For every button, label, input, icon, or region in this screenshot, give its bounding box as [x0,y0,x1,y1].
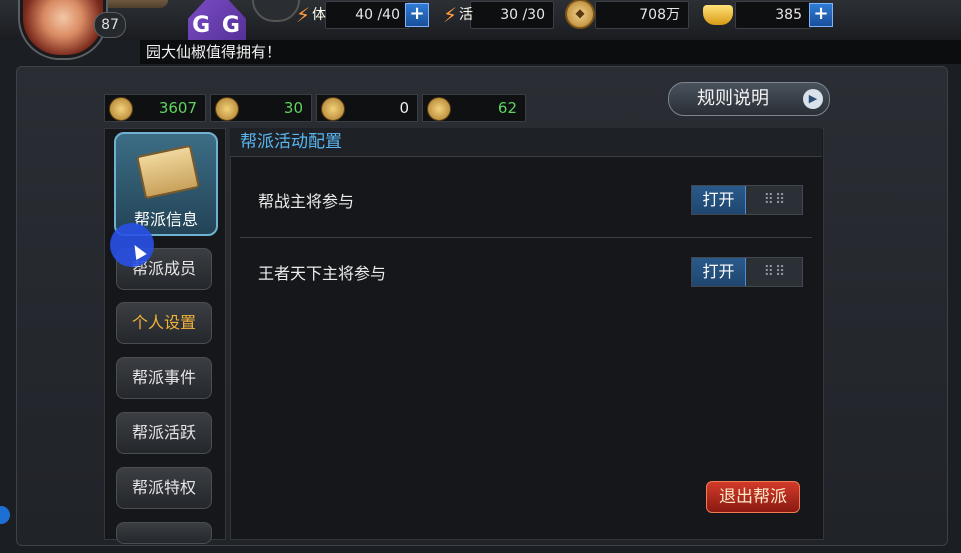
coins-box: 708万 [595,1,689,29]
vitality-box: ⚡ 活 30 /30 [443,1,554,29]
gold-add-button[interactable]: + [809,3,833,27]
stamina-value: 40 /40 [355,7,400,23]
sidebar-item-personal-settings[interactable]: 个人设置 [116,302,212,344]
marquee-text: 园大仙椒值得拥有！ [146,43,282,61]
resource-box-1: 3607 [104,94,206,122]
toggle-knob-icon: ⠿⠿ [763,264,787,280]
stamina-box: ⚡ 体 40 /40 [296,1,409,29]
content-title: 帮派活动配置 [240,132,342,152]
resource-box-4: 62 [422,94,526,122]
name-plate [100,0,168,8]
setting-label-guild-war: 帮战主将参与 [258,192,355,211]
resource-box-3: 0 [316,94,418,122]
toggle-knob-icon: ⠿⠿ [763,192,787,208]
sidebar-item-guild-info[interactable]: 帮派信息 [114,132,218,236]
sidebar-item-more[interactable] [116,522,212,544]
resource-value-2: 30 [283,99,303,117]
resource-value-3: 0 [399,99,409,117]
floating-assist-icon[interactable] [0,506,10,524]
token-icon [427,97,451,121]
content-title-bar: 帮派活动配置 [230,128,822,157]
medal-icon [109,97,133,121]
lightning-icon: ⚡ [443,3,458,27]
player-avatar[interactable] [20,0,106,58]
rules-button[interactable]: 规则说明 ▶ [668,82,830,116]
player-level-badge: 87 [94,12,126,38]
quit-guild-button[interactable]: 退出帮派 [706,481,800,513]
shield-icon [321,97,345,121]
toggle-guild-war[interactable]: 打开 ⠿⠿ [691,185,803,215]
lightning-icon: ⚡ [296,3,311,27]
play-arrow-icon: ▶ [803,89,823,109]
coins-value: 708万 [639,7,680,23]
helmet-icon [215,97,239,121]
vitality-value: 30 /30 [500,7,545,23]
row-divider [240,237,812,238]
toggle-on-label: 打开 [692,186,746,214]
gg-label: G G [192,13,242,38]
rules-button-label: 规则说明 [697,88,769,109]
gold-ingot-icon [703,5,733,25]
gold-value: 385 [775,7,802,23]
stamina-label: 体 [312,7,326,23]
vitality-label: 活 [459,7,473,23]
resource-value-1: 3607 [158,99,197,117]
toggle-on-label: 打开 [692,258,746,286]
copper-coin-icon: ◆ [565,0,595,29]
gold-box: 385 [735,1,811,29]
sidebar-item-activity[interactable]: 帮派活跃 [116,412,212,454]
announcement-marquee: 园大仙椒值得拥有！ [140,40,961,64]
sidebar-item-events[interactable]: 帮派事件 [116,357,212,399]
scroll-icon [136,144,200,200]
sidebar-item-privileges[interactable]: 帮派特权 [116,467,212,509]
resource-box-2: 30 [210,94,312,122]
setting-label-king: 王者天下主将参与 [258,264,387,283]
stamina-add-button[interactable]: + [405,3,429,27]
toggle-king[interactable]: 打开 ⠿⠿ [691,257,803,287]
resource-value-4: 62 [497,99,517,117]
